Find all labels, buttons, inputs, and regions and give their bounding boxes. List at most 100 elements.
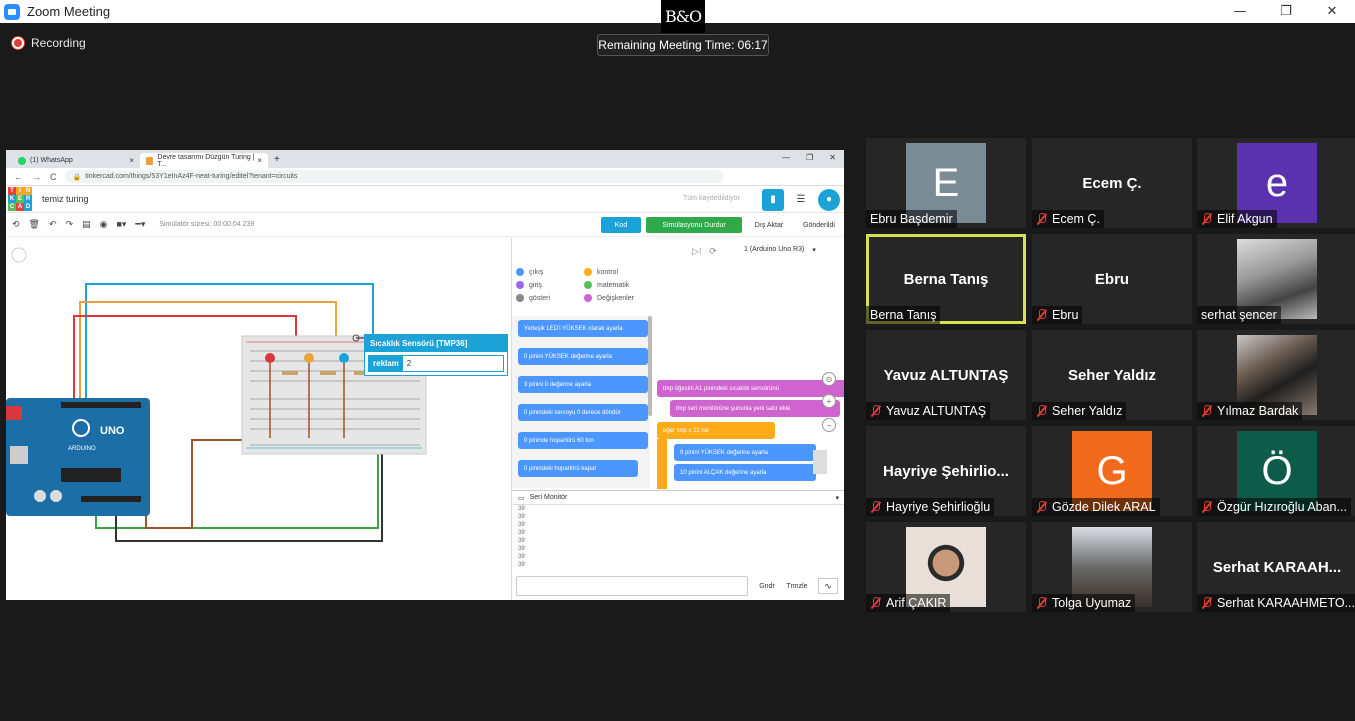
block-servo[interactable]: 0 pinindeki servoyu 0 derece döndür	[518, 404, 648, 421]
category-variables[interactable]: Değişkenler	[584, 294, 634, 302]
participant-tile[interactable]: Tolga Uyumaz	[1032, 522, 1192, 612]
block-speaker-off[interactable]: 0 pinindeki hoparlörü kapat	[518, 460, 638, 477]
participant-name: Özgür Hızıroğlu Aban...	[1217, 500, 1347, 514]
participant-tile[interactable]: e Elif Akgun	[1197, 138, 1355, 228]
user-avatar-icon[interactable]: ●	[818, 188, 840, 211]
export-button[interactable]: Dış Aktar	[750, 217, 788, 233]
muted-mic-icon	[870, 405, 881, 417]
code-button[interactable]: Kod	[601, 217, 641, 233]
block-digital-write[interactable]: 0 pinini YÜKSEK değerine ayarla	[518, 348, 648, 365]
reload-icon[interactable]: C	[50, 172, 57, 182]
block-set-tmp-variable[interactable]: tmp öğesini A1 pinindeki sıcaklık sensör…	[657, 380, 844, 397]
browser-tab-whatsapp[interactable]: (1) WhatsApp ×	[12, 153, 140, 168]
forward-icon[interactable]: →	[32, 172, 41, 182]
participant-name-bar: Ebru	[1032, 306, 1083, 324]
browser-minimize[interactable]: —	[782, 153, 790, 162]
resistor	[320, 371, 336, 375]
tinkercad-logo[interactable]: T I N K E R C A D	[8, 187, 32, 211]
participant-tile[interactable]: Berna Tanış Berna Tanış	[866, 234, 1026, 324]
visibility-icon[interactable]: ◉	[100, 219, 108, 230]
window-controls: — ❐ ✕	[1217, 0, 1355, 23]
delete-icon[interactable]: 🗑	[29, 219, 40, 230]
new-tab-button[interactable]: +	[274, 154, 280, 165]
participant-name: Yılmaz Bardak	[1217, 404, 1299, 418]
participant-tile[interactable]: Yılmaz Bardak	[1197, 330, 1355, 420]
participant-tile[interactable]: Yavuz ALTUNTAŞ Yavuz ALTUNTAŞ	[866, 330, 1026, 420]
serial-line: 39	[518, 514, 525, 520]
minimize-button[interactable]: —	[1217, 0, 1263, 23]
redo-icon[interactable]: ↷	[66, 219, 74, 230]
participant-tile[interactable]: Ebru Ebru	[1032, 234, 1192, 324]
palette-scrollbar[interactable]	[648, 316, 652, 416]
participant-tile[interactable]: serhat şencer	[1197, 234, 1355, 324]
chevron-down-icon[interactable]: ▾	[835, 494, 839, 502]
muted-mic-icon	[1036, 405, 1047, 417]
close-button[interactable]: ✕	[1309, 0, 1355, 23]
zoom-reset-icon[interactable]: ⊙	[822, 372, 836, 386]
block-speaker-tone[interactable]: 0 pininde hoparlörü 60 ton	[518, 432, 648, 449]
logo-letter: K	[8, 195, 16, 203]
participant-tile[interactable]: Seher Yaldız Seher Yaldız	[1032, 330, 1192, 420]
browser-maximize[interactable]: ❐	[806, 153, 813, 162]
category-input[interactable]: giriş	[516, 281, 542, 289]
participant-tile[interactable]: Arif ÇAKIR	[866, 522, 1026, 612]
block-serial-print[interactable]: tmp seri monitörüne şununla yeni satır e…	[670, 400, 840, 417]
participant-tile[interactable]: G Gözde Dilek ARAL	[1032, 426, 1192, 516]
browser-close[interactable]: ✕	[829, 153, 836, 162]
block-builtin-led[interactable]: Yerleşik LED'i YÜKSEK olarak ayarla	[518, 320, 648, 337]
participant-name: Berna Tanış	[870, 308, 937, 322]
send-to-button[interactable]: Gönderildi	[796, 217, 842, 233]
project-title[interactable]: temiz turing	[42, 194, 89, 204]
tab-close-icon[interactable]: ×	[257, 156, 262, 165]
participant-tile[interactable]: Ö Özgür Hızıroğlu Aban...	[1197, 426, 1355, 516]
block-if-condition[interactable]: eğer tmp ≤ 11 ise	[657, 422, 775, 439]
serial-monitor: ▭ Seri Monitör ▾ 39 39 39 39 39 39 39 39…	[512, 490, 844, 600]
component-list-icon[interactable]: ☰	[790, 189, 812, 211]
board-select[interactable]: 1 (Arduino Uno R3) ▾	[744, 246, 816, 254]
led-blue	[339, 353, 349, 363]
maximize-button[interactable]: ❐	[1263, 0, 1309, 23]
browser-tab-tinkercad[interactable]: Devre tasarımı Düzgün Turing | T... ×	[140, 153, 268, 168]
wire-type-icon[interactable]: ━▾	[135, 219, 145, 230]
category-control[interactable]: kontrol	[584, 268, 618, 276]
serial-output: 39 39 39 39 39 39 39 39	[512, 505, 844, 569]
category-output[interactable]: çıkış	[516, 268, 543, 276]
participant-name: Seher Yaldız	[1052, 404, 1123, 418]
muted-mic-icon	[1201, 213, 1212, 225]
serial-send-button[interactable]: Gndr	[756, 578, 778, 594]
muted-mic-icon	[1201, 405, 1212, 417]
color-picker-icon[interactable]: ■▾	[116, 219, 126, 230]
stop-simulation-button[interactable]: Simülasyonu Durdur	[646, 217, 742, 233]
serial-input[interactable]	[516, 576, 748, 596]
category-math[interactable]: matematik	[584, 281, 629, 289]
undo-icon[interactable]: ↶	[49, 219, 57, 230]
serial-monitor-header[interactable]: ▭ Seri Monitör ▾	[512, 491, 844, 505]
circuit-view-icon[interactable]: ▮	[762, 188, 784, 211]
recording-indicator[interactable]: Recording	[12, 36, 86, 50]
back-icon[interactable]: ←	[14, 172, 23, 182]
participant-tile[interactable]: Hayriye Şehirlio... Hayriye Şehirlioğlu	[866, 426, 1026, 516]
code-button-label: Kod	[614, 221, 628, 229]
participant-tile[interactable]: Ecem Ç. Ecem Ç.	[1032, 138, 1192, 228]
graph-icon[interactable]: ∿	[818, 578, 838, 594]
participant-name: Ecem Ç.	[1052, 212, 1100, 226]
tab-close-icon[interactable]: ×	[129, 156, 134, 165]
lock-icon: 🔒	[72, 173, 82, 181]
participant-tile[interactable]: E Ebru Başdemir	[866, 138, 1026, 228]
sensor-name-field[interactable]: reklam 2	[368, 355, 504, 372]
url-field[interactable]: 🔒 tinkercad.com/things/53Y1eInAz4F-neat-…	[64, 170, 724, 183]
participant-tile[interactable]: Serhat KARAAH... Serhat KARAAHMETO...	[1197, 522, 1355, 612]
serial-clear-button[interactable]: Trmzle	[784, 578, 810, 594]
upload-run-icons[interactable]: ▷⁝ ⟳	[692, 246, 717, 257]
category-notation[interactable]: gösteri	[516, 294, 550, 302]
zoom-in-icon[interactable]: +	[822, 394, 836, 408]
circuit-canvas[interactable]: UNO ARDUINO Sıcaklık Sensörü [TMP36] rek…	[6, 238, 511, 600]
block-pin9-high[interactable]: 9 pinini YÜKSEK değerine ayarla	[674, 444, 816, 461]
notes-icon[interactable]: ▤	[82, 219, 91, 230]
serial-line: 39	[518, 562, 525, 568]
block-pin10-low[interactable]: 10 pinini ALÇAK değerine ayarla	[674, 464, 816, 481]
zoom-out-icon[interactable]: −	[822, 418, 836, 432]
trash-icon[interactable]	[813, 450, 827, 474]
rotate-icon[interactable]: ⟲	[12, 219, 20, 230]
block-analog-write[interactable]: 3 pinini 0 değerine ayarla	[518, 376, 648, 393]
